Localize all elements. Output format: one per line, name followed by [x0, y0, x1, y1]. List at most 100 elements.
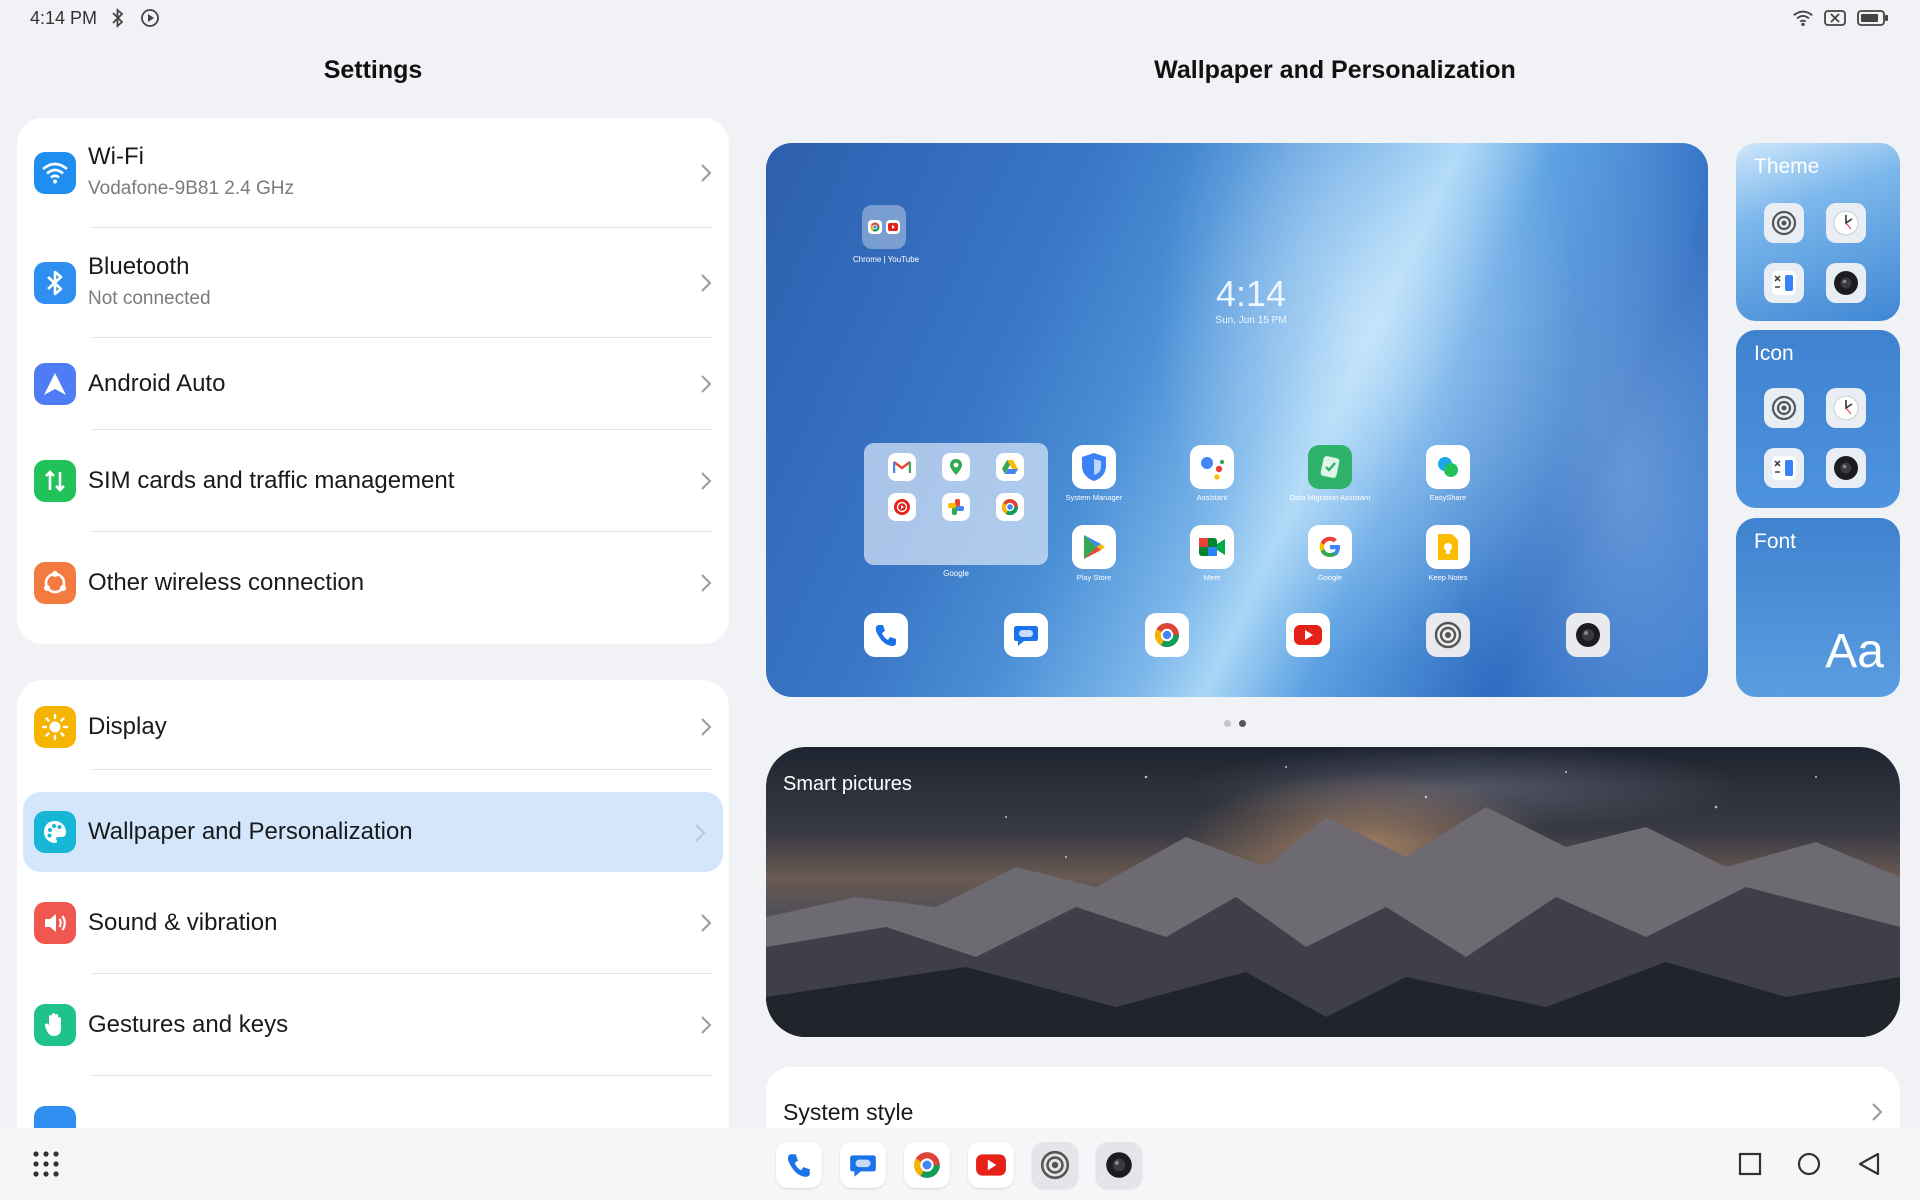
- camera-icon: [1566, 613, 1610, 657]
- chevron-right-icon: [701, 574, 712, 592]
- palette-icon: [34, 811, 76, 853]
- photos-icon: [942, 493, 970, 521]
- home-button[interactable]: [1795, 1150, 1823, 1178]
- square-icon: [1738, 1152, 1762, 1176]
- settings-item-label: Android Auto: [88, 370, 226, 397]
- messages-icon: [1004, 613, 1048, 657]
- chrome-icon: [868, 220, 882, 234]
- app-label: Assistant: [1196, 493, 1228, 502]
- settings-item-display[interactable]: Display: [17, 680, 729, 770]
- home-screen-preview[interactable]: Chrome | YouTube 4:14 Sun, Jun 15 PM Goo…: [766, 143, 1708, 697]
- settings-item-wifi[interactable]: Wi-Fi Vodafone-9B81 2.4 GHz: [17, 118, 729, 228]
- youtube-icon: [886, 220, 900, 234]
- back-button[interactable]: [1855, 1150, 1883, 1178]
- phone-icon: [864, 613, 908, 657]
- chrome-icon[interactable]: [904, 1142, 950, 1188]
- status-time: 4:14 PM: [30, 7, 98, 28]
- data-migration-icon: [1308, 445, 1352, 489]
- status-bar: 4:14 PM: [0, 0, 1920, 36]
- settings-app-icon: [1426, 613, 1470, 657]
- preview-clock: 4:14: [1215, 273, 1287, 314]
- wallpaper-texture: [766, 143, 1708, 697]
- settings-item-label: Wallpaper and Personalization: [88, 818, 413, 845]
- messages-icon[interactable]: [840, 1142, 886, 1188]
- camera-icon[interactable]: [1096, 1142, 1142, 1188]
- chevron-right-icon: [701, 914, 712, 932]
- preview-folder-small-label: Chrome | YouTube: [852, 255, 920, 264]
- play-store-icon: [1072, 525, 1116, 569]
- theme-card-title: Theme: [1754, 155, 1820, 178]
- theme-card[interactable]: Theme: [1736, 143, 1900, 321]
- app-label: EasyShare: [1429, 493, 1467, 502]
- app-label: Keep Notes: [1428, 573, 1468, 582]
- drive-icon: [996, 453, 1024, 481]
- settings-app-icon: [1764, 203, 1804, 243]
- recents-button[interactable]: [1736, 1150, 1764, 1178]
- icon-card-title: Icon: [1754, 342, 1794, 365]
- settings-item-partial[interactable]: [17, 1076, 729, 1128]
- settings-item-label: Wi-Fi: [88, 143, 144, 170]
- app-label: Play Store: [1076, 573, 1112, 582]
- settings-app-icon[interactable]: [1032, 1142, 1078, 1188]
- font-card-title: Font: [1754, 530, 1797, 553]
- settings-item-sound[interactable]: Sound & vibration: [17, 872, 729, 974]
- chevron-right-icon: [701, 718, 712, 736]
- preview-date: Sun, Jun 15 PM: [1215, 315, 1287, 326]
- camera-icon: [1826, 263, 1866, 303]
- icon-card[interactable]: Icon: [1736, 330, 1900, 508]
- smart-pictures-card[interactable]: Smart pictures: [766, 747, 1900, 1037]
- chevron-right-icon: [701, 274, 712, 292]
- meet-icon: [1190, 525, 1234, 569]
- settings-item-icon: [34, 1106, 76, 1128]
- chevron-right-icon: [701, 375, 712, 393]
- preview-folder-small: [862, 205, 906, 249]
- settings-title: Settings: [323, 56, 423, 84]
- font-card[interactable]: Font Aa: [1736, 518, 1900, 697]
- settings-item-wallpaper[interactable]: Wallpaper and Personalization: [23, 792, 723, 872]
- settings-item-gestures[interactable]: Gestures and keys: [17, 974, 729, 1076]
- settings-item-android-auto[interactable]: Android Auto: [17, 338, 729, 430]
- clock-icon: [1826, 203, 1866, 243]
- sim-icon: [34, 460, 76, 502]
- speaker-icon: [34, 902, 76, 944]
- taskbar-dock: [776, 1142, 1142, 1188]
- no-sim-icon: [1824, 7, 1846, 29]
- preview-google-folder: [864, 443, 1048, 565]
- app-drawer-icon[interactable]: [32, 1150, 60, 1178]
- keep-notes-icon: [1426, 525, 1470, 569]
- settings-item-sim[interactable]: SIM cards and traffic management: [17, 430, 729, 532]
- easyshare-icon: [1426, 445, 1470, 489]
- phone-icon[interactable]: [776, 1142, 822, 1188]
- gmail-icon: [888, 453, 916, 481]
- settings-item-label: SIM cards and traffic management: [88, 467, 455, 494]
- youtube-music-icon: [888, 493, 916, 521]
- wireless-icon: [34, 562, 76, 604]
- assistant-icon: [1190, 445, 1234, 489]
- page-dot-active: [1239, 720, 1246, 727]
- chevron-right-icon: [1872, 1103, 1883, 1121]
- settings-item-bluetooth[interactable]: Bluetooth Not connected: [17, 228, 729, 338]
- google-icon: [1308, 525, 1352, 569]
- wifi-icon: [34, 152, 76, 194]
- hand-icon: [34, 1004, 76, 1046]
- settings-group-device: Display Wallpaper and Personalization So…: [17, 680, 729, 1128]
- chevron-right-icon: [701, 164, 712, 182]
- chevron-right-icon: [701, 1016, 712, 1034]
- settings-app-icon: [1764, 388, 1804, 428]
- page-dot: [1224, 720, 1231, 727]
- app-label: System Manager: [1065, 493, 1123, 502]
- android-auto-icon: [34, 363, 76, 405]
- chevron-right-icon: [701, 472, 712, 490]
- circle-icon: [1797, 1152, 1821, 1176]
- settings-item-label: Display: [88, 713, 167, 740]
- page-indicator: [1224, 720, 1246, 727]
- back-triangle-icon: [1858, 1152, 1880, 1176]
- media-play-icon: [139, 7, 161, 29]
- app-label: Data Migration Assistant: [1289, 493, 1371, 502]
- bluetooth-status-icon: [107, 7, 129, 29]
- chevron-right-icon: [695, 824, 706, 842]
- settings-item-label: Other wireless connection: [88, 569, 365, 596]
- youtube-icon[interactable]: [968, 1142, 1014, 1188]
- system-manager-icon: [1072, 445, 1116, 489]
- settings-item-other-wireless[interactable]: Other wireless connection: [17, 532, 729, 636]
